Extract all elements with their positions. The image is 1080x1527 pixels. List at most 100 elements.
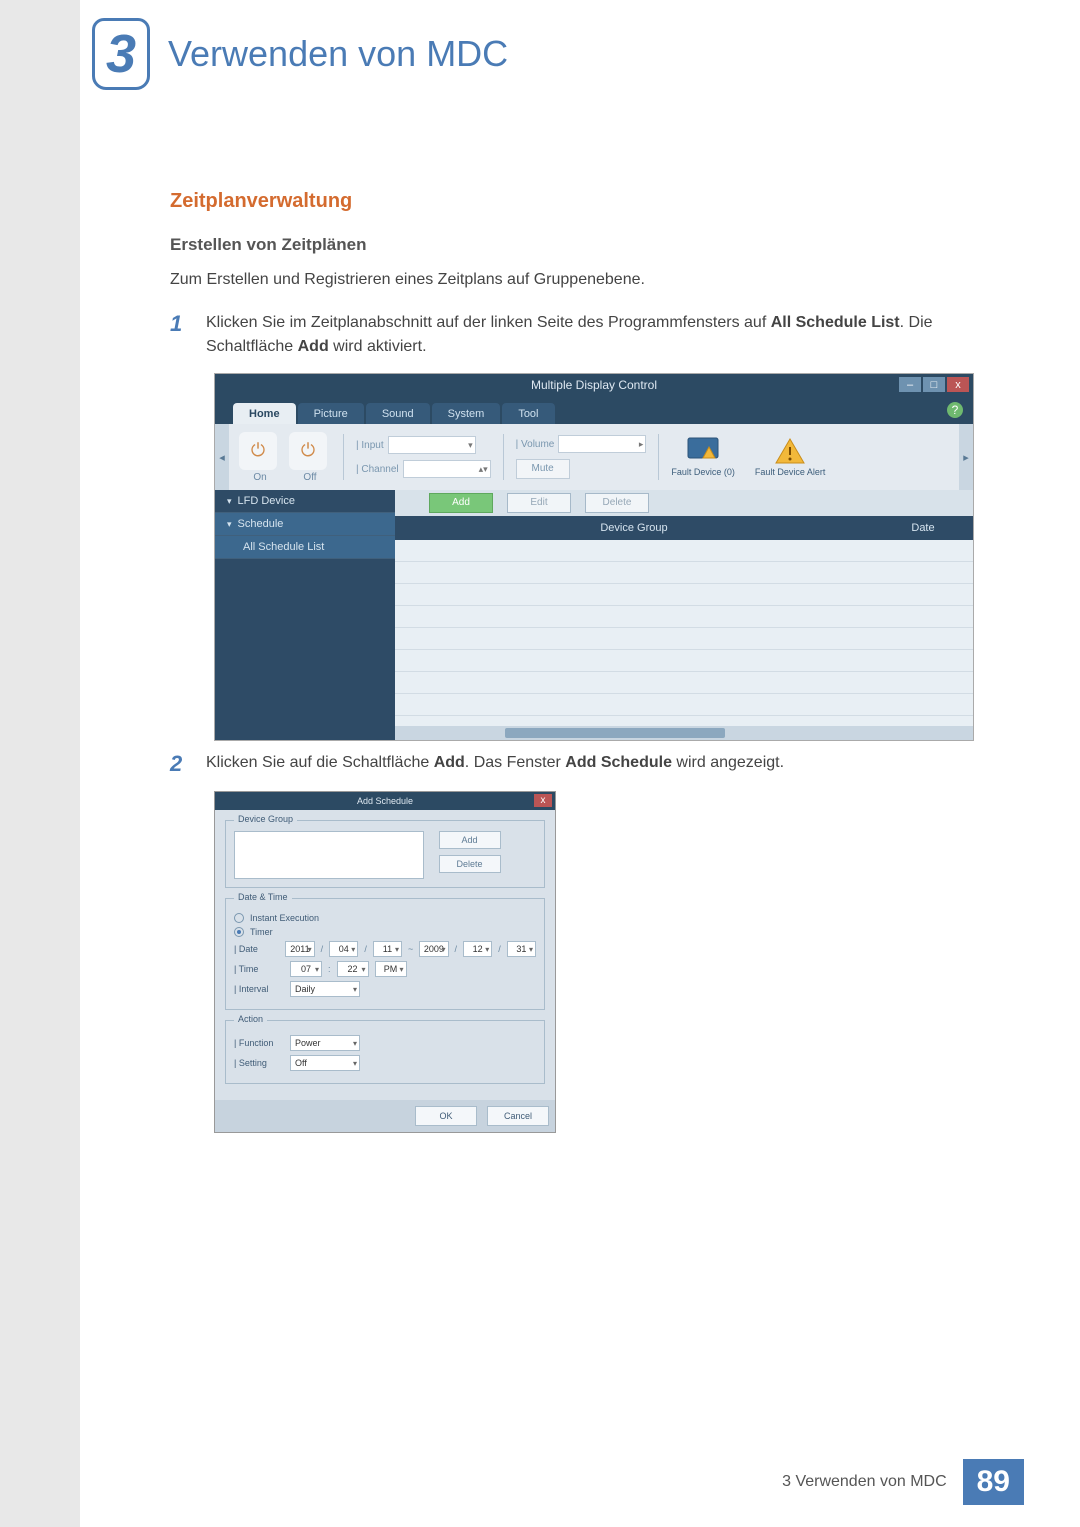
intro-paragraph: Zum Erstellen und Registrieren eines Zei… <box>170 269 990 291</box>
toolbar-separator <box>658 434 659 480</box>
toolbar-separator <box>503 434 504 480</box>
step-number-1: 1 <box>170 311 192 359</box>
channel-label: | Channel <box>356 464 399 475</box>
sidebar-item-schedule[interactable]: ▾Schedule <box>215 513 395 536</box>
date-time-legend: Date & Time <box>234 892 292 902</box>
ok-button[interactable]: OK <box>415 1106 477 1126</box>
add-button[interactable]: Add <box>429 493 493 513</box>
date-year-start[interactable]: 2011▾ <box>285 941 314 957</box>
delete-button[interactable]: Delete <box>585 493 649 513</box>
tab-tool[interactable]: Tool <box>502 403 554 424</box>
input-label: | Input <box>356 440 384 451</box>
step-number-2: 2 <box>170 751 192 777</box>
date-month-start[interactable]: 04▾ <box>329 941 358 957</box>
channel-spinner[interactable]: ▴▾ <box>403 460 491 478</box>
power-off-button[interactable]: ⏻ <box>289 432 327 470</box>
horizontal-scrollbar[interactable] <box>395 726 973 740</box>
footer-text: 3 Verwenden von MDC <box>782 1473 947 1491</box>
interval-select[interactable]: Daily▾ <box>290 981 360 997</box>
toolbar: ◂ ⏻ On ⏻ Off <box>215 424 973 490</box>
power-off-label: Off <box>289 472 331 483</box>
window-title: Multiple Display Control <box>215 378 973 392</box>
fault-device-item[interactable]: Fault Device (0) <box>671 437 735 477</box>
toolbar-scroll-right[interactable]: ▸ <box>959 424 973 490</box>
add-schedule-dialog-screenshot: Add Schedule x Device Group Add Delete D… <box>214 791 556 1133</box>
chapter-header: 3 Verwenden von MDC <box>92 18 508 90</box>
column-device-group: Device Group <box>395 522 873 534</box>
device-group-list[interactable] <box>234 831 424 879</box>
triangle-down-icon: ▾ <box>227 519 232 530</box>
radio-instant-execution[interactable] <box>234 913 244 923</box>
chapter-title: Verwenden von MDC <box>168 33 508 75</box>
toolbar-scroll-left[interactable]: ◂ <box>215 424 229 490</box>
dialog-close-button[interactable]: x <box>534 794 552 807</box>
scrollbar-thumb[interactable] <box>505 728 725 738</box>
spinner-icon: ▴▾ <box>479 464 488 475</box>
date-range-separator: ~ <box>408 944 413 954</box>
date-day-start[interactable]: 11▾ <box>373 941 402 957</box>
fault-alert-item[interactable]: Fault Device Alert <box>755 437 826 477</box>
page-footer: 3 Verwenden von MDC 89 <box>782 1459 1024 1505</box>
help-icon[interactable]: ? <box>947 402 963 418</box>
radio-timer[interactable] <box>234 927 244 937</box>
maximize-button[interactable]: □ <box>923 377 945 392</box>
edit-button[interactable]: Edit <box>507 493 571 513</box>
input-select[interactable]: ▾ <box>388 436 476 454</box>
tab-home[interactable]: Home <box>233 403 296 424</box>
timer-label: Timer <box>250 927 273 937</box>
monitor-warning-icon <box>687 437 719 465</box>
power-on-button[interactable]: ⏻ <box>239 432 277 470</box>
time-minute[interactable]: 22▾ <box>337 961 369 977</box>
volume-label: | Volume <box>516 439 555 450</box>
chapter-number-badge: 3 <box>92 18 150 90</box>
tab-picture[interactable]: Picture <box>298 403 364 424</box>
dialog-titlebar: Add Schedule x <box>215 792 555 810</box>
date-time-fieldset: Date & Time Instant Execution Timer | Da… <box>225 898 545 1010</box>
interval-label: | Interval <box>234 984 284 994</box>
side-panel: ▾LFD Device ▾Schedule All Schedule List <box>215 490 395 740</box>
column-date: Date <box>873 522 973 534</box>
window-titlebar: Multiple Display Control – □ x <box>215 374 973 396</box>
tab-system[interactable]: System <box>432 403 501 424</box>
function-select[interactable]: Power▾ <box>290 1035 360 1051</box>
mute-button[interactable]: Mute <box>516 459 570 479</box>
date-year-end[interactable]: 2009▾ <box>419 941 448 957</box>
date-label: | Date <box>234 944 279 954</box>
subsection-heading: Erstellen von Zeitplänen <box>170 235 990 255</box>
action-fieldset: Action | Function Power▾ | Setting Off▾ <box>225 1020 545 1084</box>
device-delete-button[interactable]: Delete <box>439 855 501 873</box>
time-hour[interactable]: 07▾ <box>290 961 322 977</box>
volume-spinner[interactable]: ▸ <box>558 435 646 453</box>
setting-label: | Setting <box>234 1058 284 1068</box>
toolbar-separator <box>343 434 344 480</box>
tab-sound[interactable]: Sound <box>366 403 430 424</box>
time-ampm[interactable]: PM▾ <box>375 961 407 977</box>
page-number-badge: 89 <box>963 1459 1024 1505</box>
time-label: | Time <box>234 964 284 974</box>
instant-execution-label: Instant Execution <box>250 913 319 923</box>
minimize-button[interactable]: – <box>899 377 921 392</box>
dialog-title: Add Schedule <box>357 796 413 806</box>
spinner-icon: ▸ <box>639 439 644 450</box>
setting-select[interactable]: Off▾ <box>290 1055 360 1071</box>
sidebar-item-all-schedule-list[interactable]: All Schedule List <box>215 536 395 559</box>
device-group-legend: Device Group <box>234 814 297 824</box>
chevron-down-icon: ▾ <box>468 440 473 451</box>
triangle-down-icon: ▾ <box>227 496 232 507</box>
date-month-end[interactable]: 12▾ <box>463 941 492 957</box>
power-on-label: On <box>239 472 281 483</box>
cancel-button[interactable]: Cancel <box>487 1106 549 1126</box>
mdc-main-window-screenshot: Multiple Display Control – □ x Home Pict… <box>214 373 974 741</box>
device-add-button[interactable]: Add <box>439 831 501 849</box>
step-1-text: Klicken Sie im Zeitplanabschnitt auf der… <box>206 311 990 359</box>
action-legend: Action <box>234 1014 267 1024</box>
dialog-footer: OK Cancel <box>215 1100 555 1132</box>
date-day-end[interactable]: 31▾ <box>507 941 536 957</box>
step-2-text: Klicken Sie auf die Schaltfläche Add. Da… <box>206 751 784 777</box>
menubar: Home Picture Sound System Tool ? <box>215 396 973 424</box>
column-header-row: Device Group Date <box>395 516 973 540</box>
sidebar-item-lfd-device[interactable]: ▾LFD Device <box>215 490 395 513</box>
action-button-row: Add Edit Delete <box>395 490 973 516</box>
device-group-fieldset: Device Group Add Delete <box>225 820 545 888</box>
close-button[interactable]: x <box>947 377 969 392</box>
